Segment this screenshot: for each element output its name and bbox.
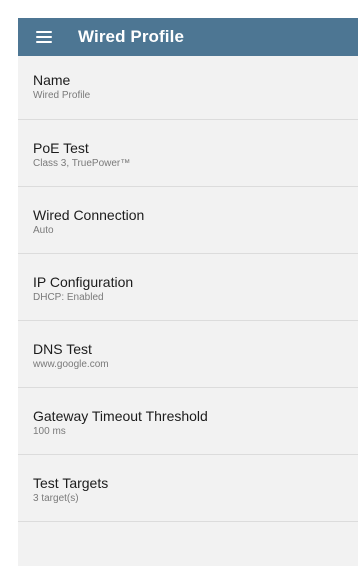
hamburger-menu-icon[interactable] [36,31,52,43]
setting-gateway-timeout-threshold[interactable]: Gateway Timeout Threshold 100 ms [18,388,358,455]
setting-title: Gateway Timeout Threshold [33,408,208,424]
setting-value: www.google.com [33,359,109,370]
setting-poe-test[interactable]: PoE Test Class 3, TruePower™ [18,120,358,187]
setting-title: Test Targets [33,475,109,491]
setting-value: 3 target(s) [33,493,79,504]
setting-wired-connection[interactable]: Wired Connection Auto [18,187,358,254]
setting-value: Wired Profile [33,90,91,101]
setting-title: DNS Test [33,341,92,357]
setting-value: 100 ms [33,426,66,437]
setting-value: Class 3, TruePower™ [33,158,131,169]
setting-test-targets[interactable]: Test Targets 3 target(s) [18,455,358,522]
setting-value: Auto [33,225,54,236]
page-title: Wired Profile [78,27,184,46]
setting-title: Name [33,72,71,88]
setting-ip-configuration[interactable]: IP Configuration DHCP: Enabled [18,254,358,321]
app-bar: Wired Profile [18,18,358,56]
phone-screen: Wired Profile Name Wired Profile PoE Tes… [18,18,358,566]
setting-dns-test[interactable]: DNS Test www.google.com [18,321,358,388]
settings-list: Name Wired Profile PoE Test Class 3, Tru… [18,56,358,522]
setting-title: IP Configuration [33,274,134,290]
setting-title: Wired Connection [33,207,145,223]
setting-name[interactable]: Name Wired Profile [18,56,358,120]
setting-title: PoE Test [33,140,89,156]
setting-value: DHCP: Enabled [33,292,104,303]
